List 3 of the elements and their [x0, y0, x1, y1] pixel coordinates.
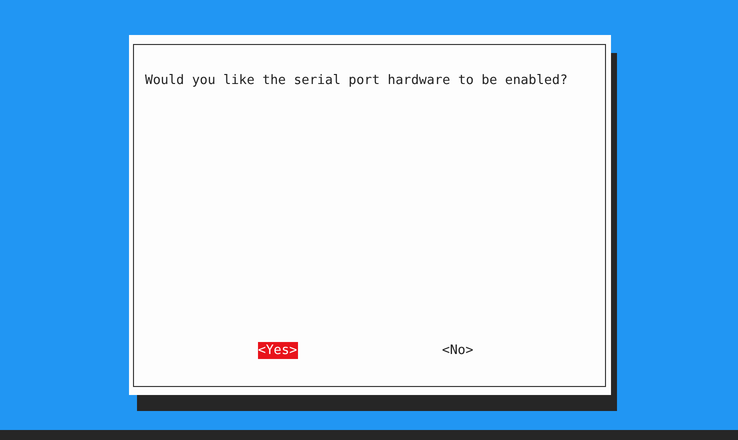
dialog-button[interactable]: <Yes> [258, 342, 298, 359]
dialog-button[interactable]: <No> [442, 342, 482, 359]
dialog-message: Would you like the serial port hardware to be enabled? [145, 73, 569, 89]
